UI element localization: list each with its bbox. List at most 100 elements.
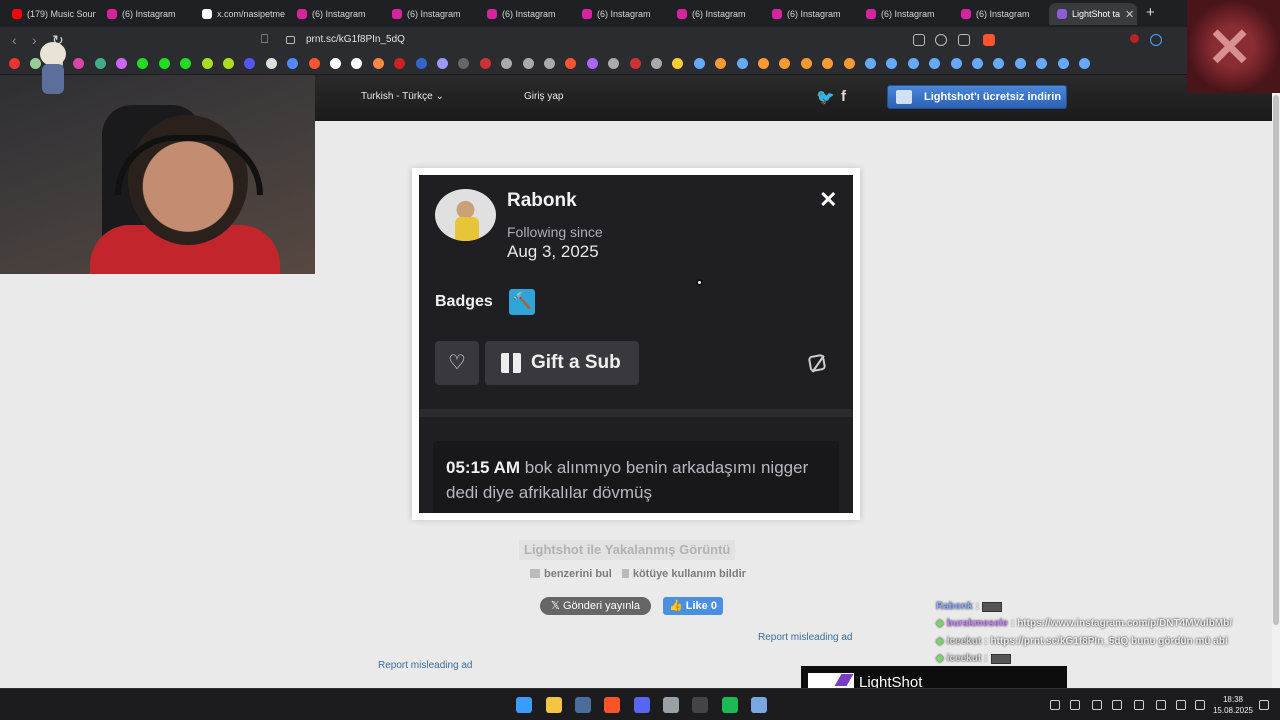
- browser-tab[interactable]: (6) Instagram: [289, 3, 381, 25]
- app-icon[interactable]: [663, 697, 679, 713]
- site-info-icon[interactable]: [286, 36, 295, 44]
- bookmark-icon[interactable]: [972, 58, 983, 69]
- bookmark-icon[interactable]: [779, 58, 791, 69]
- bookmark-icon[interactable]: [415, 58, 427, 69]
- bookmark-icon[interactable]: [586, 58, 598, 69]
- login-link[interactable]: Giriş yap: [524, 91, 563, 102]
- address-bar[interactable]: prnt.sc/kG1f8PIn_5dQ: [280, 31, 1000, 49]
- bookmark-icon[interactable]: [693, 58, 705, 69]
- new-tab-button[interactable]: +: [1146, 4, 1155, 21]
- bookmark-icon[interactable]: [158, 58, 170, 69]
- bookmark-icon[interactable]: [458, 58, 470, 69]
- zoom-icon[interactable]: [935, 34, 947, 46]
- bookmark-icon[interactable]: [800, 58, 812, 69]
- bookmark-icon[interactable]: [437, 58, 448, 69]
- bookmark-icon[interactable]: [608, 58, 620, 69]
- browser-tab[interactable]: (6) Instagram: [858, 3, 950, 25]
- browser-tab[interactable]: LightShot ta ✕: [1049, 3, 1137, 25]
- bookmark-icon[interactable]: [330, 58, 341, 69]
- bookmark-icon[interactable]: [629, 58, 641, 69]
- bookmark-icon[interactable]: [672, 58, 684, 69]
- bookmark-icon[interactable]: [1014, 58, 1026, 69]
- bookmark-icon[interactable]: [116, 58, 127, 69]
- page-scrollbar[interactable]: [1272, 75, 1280, 688]
- bookmark-icon[interactable]: [758, 58, 769, 69]
- browser-tab[interactable]: (6) Instagram: [669, 3, 761, 25]
- bookmark-icon[interactable]: [265, 58, 277, 69]
- browser-tab[interactable]: (6) Instagram: [479, 3, 571, 25]
- bookmark-icon[interactable]: [180, 58, 192, 69]
- settings-icon[interactable]: [751, 697, 767, 713]
- bookmark-icon[interactable]: [73, 58, 85, 69]
- bookmark-icon[interactable]: [950, 58, 962, 69]
- obs-icon[interactable]: [692, 697, 708, 713]
- bookmark-icon[interactable]: [651, 58, 662, 69]
- bookmark-icon[interactable]: ⎕: [261, 32, 268, 47]
- bookmark-icon[interactable]: [522, 58, 534, 69]
- bookmark-icon[interactable]: [201, 58, 213, 69]
- bookmark-icon[interactable]: [886, 58, 898, 69]
- bookmark-icon[interactable]: [479, 58, 491, 69]
- spotify-icon[interactable]: [722, 697, 738, 713]
- bookmark-icon[interactable]: [501, 58, 513, 69]
- brave-browser-icon[interactable]: [604, 697, 620, 713]
- browser-tab[interactable]: (6) Instagram: [574, 3, 666, 25]
- system-tray-icon[interactable]: [1112, 700, 1122, 710]
- bookmark-icon[interactable]: [1079, 58, 1090, 69]
- browser-tab[interactable]: (179) Music Soun: [4, 3, 96, 25]
- bookmark-icon[interactable]: [308, 58, 320, 69]
- report-abuse-link[interactable]: kötüye kullanım bildir: [621, 568, 746, 580]
- bookmark-icon[interactable]: [736, 58, 748, 69]
- bookmark-icon[interactable]: [137, 58, 149, 69]
- ublock-icon[interactable]: [1130, 34, 1139, 43]
- tweet-button[interactable]: 𝕏 Gönderi yayınla: [540, 597, 651, 615]
- captured-image[interactable]: Rabonk Following since Aug 3, 2025 ✕ Bad…: [419, 175, 853, 513]
- download-button[interactable]: Lightshot'ı ücretsiz indirin: [887, 85, 1067, 109]
- bookmark-icon[interactable]: [351, 58, 363, 69]
- bookmark-icon[interactable]: [993, 58, 1005, 69]
- bookmark-icon[interactable]: [822, 58, 834, 69]
- bookmark-icon[interactable]: [544, 58, 555, 69]
- notification-icon[interactable]: [1259, 700, 1269, 710]
- bookmark-icon[interactable]: [907, 58, 919, 69]
- browser-tab[interactable]: (6) Instagram: [384, 3, 476, 25]
- twitter-icon[interactable]: 🐦: [816, 88, 835, 106]
- brave-shield-icon[interactable]: [983, 34, 995, 46]
- report-ad-link-right[interactable]: Report misleading ad: [758, 632, 853, 643]
- scrollbar-thumb[interactable]: [1273, 95, 1279, 625]
- bookmark-icon[interactable]: [865, 58, 876, 69]
- share-icon[interactable]: [958, 34, 970, 46]
- bookmark-icon[interactable]: [9, 58, 20, 69]
- language-selector[interactable]: Turkish - Türkçe ⌄: [361, 91, 444, 102]
- bookmark-icon[interactable]: [372, 58, 384, 69]
- browser-tab[interactable]: (6) Instagram: [953, 3, 1045, 25]
- browser-tab[interactable]: x.com/nasipetme: [194, 3, 286, 25]
- browser-tab[interactable]: (6) Instagram: [99, 3, 191, 25]
- cast-icon[interactable]: [913, 34, 925, 46]
- browser-tab[interactable]: (6) Instagram: [764, 3, 856, 25]
- bookmark-icon[interactable]: [287, 58, 299, 69]
- system-tray-icon[interactable]: [1176, 700, 1186, 710]
- back-icon[interactable]: ‹: [12, 32, 17, 48]
- extension-icon[interactable]: [1150, 34, 1162, 46]
- system-tray-icon[interactable]: [1156, 700, 1166, 710]
- bookmark-icon[interactable]: [565, 58, 577, 69]
- system-clock[interactable]: 18:38 15.08.2025: [1212, 694, 1254, 716]
- bookmark-icon[interactable]: [244, 58, 256, 69]
- bookmark-icon[interactable]: [843, 58, 855, 69]
- bookmark-icon[interactable]: [223, 58, 234, 69]
- bookmark-icon[interactable]: [1057, 58, 1069, 69]
- bookmark-icon[interactable]: [1036, 58, 1048, 69]
- bookmark-icon[interactable]: [94, 58, 106, 69]
- bookmark-icon[interactable]: [394, 58, 406, 69]
- close-tab-icon[interactable]: ✕: [1125, 8, 1134, 21]
- discord-icon[interactable]: [634, 697, 650, 713]
- bookmark-icon[interactable]: [929, 58, 941, 69]
- bookmark-icon[interactable]: [715, 58, 727, 69]
- facebook-icon[interactable]: f: [841, 88, 846, 105]
- facebook-like-button[interactable]: 👍 Like 0: [663, 597, 723, 615]
- system-tray-icon[interactable]: [1050, 700, 1060, 710]
- system-tray-icon[interactable]: [1195, 700, 1205, 710]
- steam-icon[interactable]: [575, 697, 591, 713]
- file-explorer-icon[interactable]: [546, 697, 562, 713]
